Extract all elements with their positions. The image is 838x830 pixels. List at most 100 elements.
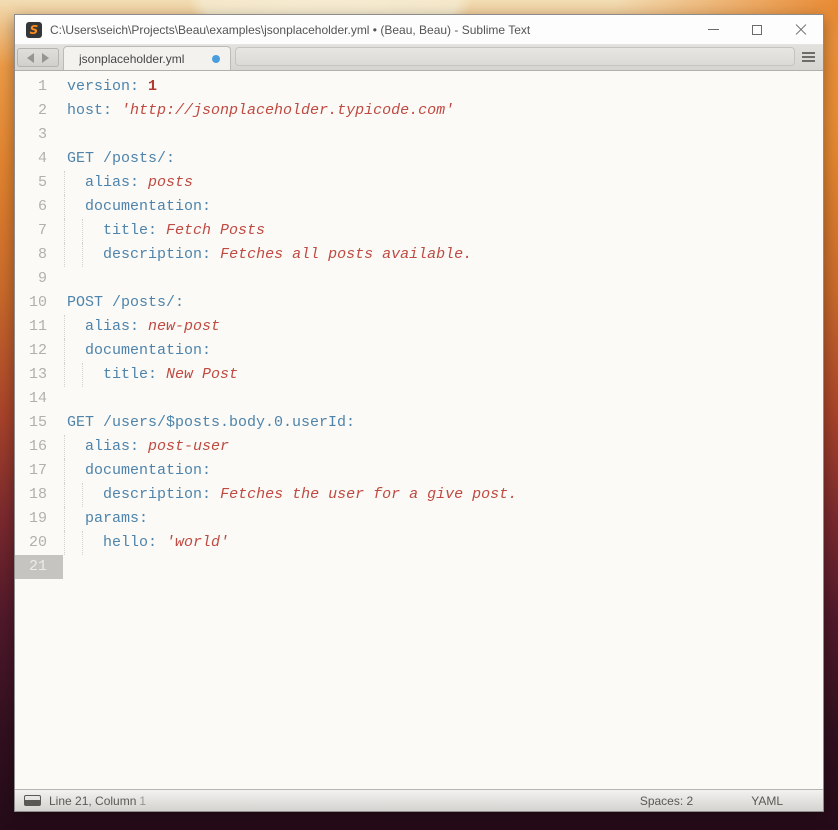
cursor-position[interactable]: Line 21, Column <box>49 794 136 808</box>
tab-bar: jsonplaceholder.yml <box>15 45 823 71</box>
line-number: 4 <box>15 147 63 171</box>
line-number: 3 <box>15 123 63 147</box>
line-number: 15 <box>15 411 63 435</box>
code-line-text: documentation: <box>63 195 823 219</box>
editor-line[interactable]: 13 title: New Post <box>15 363 823 387</box>
code-line-text: documentation: <box>63 459 823 483</box>
sublime-text-app-icon: S <box>26 22 42 38</box>
editor-line[interactable]: 8 description: Fetches all posts availab… <box>15 243 823 267</box>
indent-guide <box>64 363 65 387</box>
editor-line[interactable]: 14 <box>15 387 823 411</box>
minimize-icon <box>708 29 719 30</box>
syntax-selector[interactable]: YAML <box>751 794 783 808</box>
line-number: 14 <box>15 387 63 411</box>
tab-modified-dot-icon[interactable] <box>212 55 220 63</box>
line-number: 11 <box>15 315 63 339</box>
editor-line[interactable]: 6 documentation: <box>15 195 823 219</box>
code-editor[interactable]: 1version: 12host: 'http://jsonplaceholde… <box>15 71 823 789</box>
status-bar: Line 21, Column 1 Spaces: 2 YAML <box>15 789 823 811</box>
line-number: 13 <box>15 363 63 387</box>
code-line-text <box>63 123 823 147</box>
close-button[interactable] <box>779 15 823 45</box>
tab-label: jsonplaceholder.yml <box>79 52 204 66</box>
editor-line[interactable]: 17 documentation: <box>15 459 823 483</box>
code-line-text: title: Fetch Posts <box>63 219 823 243</box>
code-line-text: host: 'http://jsonplaceholder.typicode.c… <box>63 99 823 123</box>
line-number: 6 <box>15 195 63 219</box>
editor-line[interactable]: 3 <box>15 123 823 147</box>
indent-guide <box>64 243 65 267</box>
editor-line[interactable]: 11 alias: new-post <box>15 315 823 339</box>
tab-overflow-menu-icon[interactable] <box>802 52 815 62</box>
line-number: 12 <box>15 339 63 363</box>
code-line-text: alias: new-post <box>63 315 823 339</box>
indent-guide <box>64 339 65 363</box>
line-number: 17 <box>15 459 63 483</box>
close-icon <box>795 24 807 36</box>
empty-tab-strip[interactable] <box>235 47 795 66</box>
line-number: 20 <box>15 531 63 555</box>
line-number: 16 <box>15 435 63 459</box>
indent-guide <box>64 435 65 459</box>
editor-line[interactable]: 10POST /posts/: <box>15 291 823 315</box>
panel-toggle-icon[interactable] <box>24 795 41 806</box>
maximize-button[interactable] <box>735 15 779 45</box>
indent-guide <box>64 507 65 531</box>
indent-guide <box>64 459 65 483</box>
editor-line[interactable]: 12 documentation: <box>15 339 823 363</box>
indent-guide <box>64 483 65 507</box>
indent-guide <box>64 195 65 219</box>
indent-guide <box>82 483 83 507</box>
line-number: 5 <box>15 171 63 195</box>
sublime-text-window: S C:\Users\seich\Projects\Beau\examples\… <box>14 14 824 812</box>
editor-line[interactable]: 1version: 1 <box>15 75 823 99</box>
line-number: 21 <box>15 555 63 579</box>
editor-line[interactable]: 15GET /users/$posts.body.0.userId: <box>15 411 823 435</box>
code-line-text: version: 1 <box>63 75 823 99</box>
code-line-text <box>63 267 823 291</box>
line-number: 9 <box>15 267 63 291</box>
editor-line[interactable]: 2host: 'http://jsonplaceholder.typicode.… <box>15 99 823 123</box>
code-line-text: alias: posts <box>63 171 823 195</box>
minimize-button[interactable] <box>691 15 735 45</box>
line-number: 18 <box>15 483 63 507</box>
editor-line[interactable]: 9 <box>15 267 823 291</box>
editor-line[interactable]: 20 hello: 'world' <box>15 531 823 555</box>
tab-history-nav <box>17 48 59 67</box>
editor-line[interactable]: 19 params: <box>15 507 823 531</box>
code-line-text: GET /posts/: <box>63 147 823 171</box>
indent-guide <box>82 219 83 243</box>
indent-guide <box>82 363 83 387</box>
code-line-text: documentation: <box>63 339 823 363</box>
indent-guide <box>64 219 65 243</box>
indent-guide <box>64 315 65 339</box>
indent-guide <box>64 171 65 195</box>
line-number: 1 <box>15 75 63 99</box>
line-number: 19 <box>15 507 63 531</box>
editor-line[interactable]: 7 title: Fetch Posts <box>15 219 823 243</box>
editor-line[interactable]: 16 alias: post-user <box>15 435 823 459</box>
tab-jsonplaceholder[interactable]: jsonplaceholder.yml <box>63 46 231 70</box>
line-number: 7 <box>15 219 63 243</box>
code-line-text <box>63 387 823 411</box>
code-line-text: params: <box>63 507 823 531</box>
indentation-setting[interactable]: Spaces: 2 <box>640 794 693 808</box>
indent-guide <box>82 531 83 555</box>
cursor-column-number: 1 <box>139 794 146 808</box>
back-arrow-icon[interactable] <box>27 53 34 63</box>
indent-guide <box>64 531 65 555</box>
window-title: C:\Users\seich\Projects\Beau\examples\js… <box>50 23 691 37</box>
title-bar[interactable]: S C:\Users\seich\Projects\Beau\examples\… <box>15 15 823 45</box>
line-number: 10 <box>15 291 63 315</box>
code-line-text: description: Fetches all posts available… <box>63 243 823 267</box>
editor-line[interactable]: 18 description: Fetches the user for a g… <box>15 483 823 507</box>
editor-line[interactable]: 5 alias: posts <box>15 171 823 195</box>
maximize-icon <box>752 25 762 35</box>
line-number: 2 <box>15 99 63 123</box>
code-line-text: POST /posts/: <box>63 291 823 315</box>
forward-arrow-icon[interactable] <box>42 53 49 63</box>
code-line-text: GET /users/$posts.body.0.userId: <box>63 411 823 435</box>
editor-line[interactable]: 21 <box>15 555 823 579</box>
indent-guide <box>82 243 83 267</box>
editor-line[interactable]: 4GET /posts/: <box>15 147 823 171</box>
